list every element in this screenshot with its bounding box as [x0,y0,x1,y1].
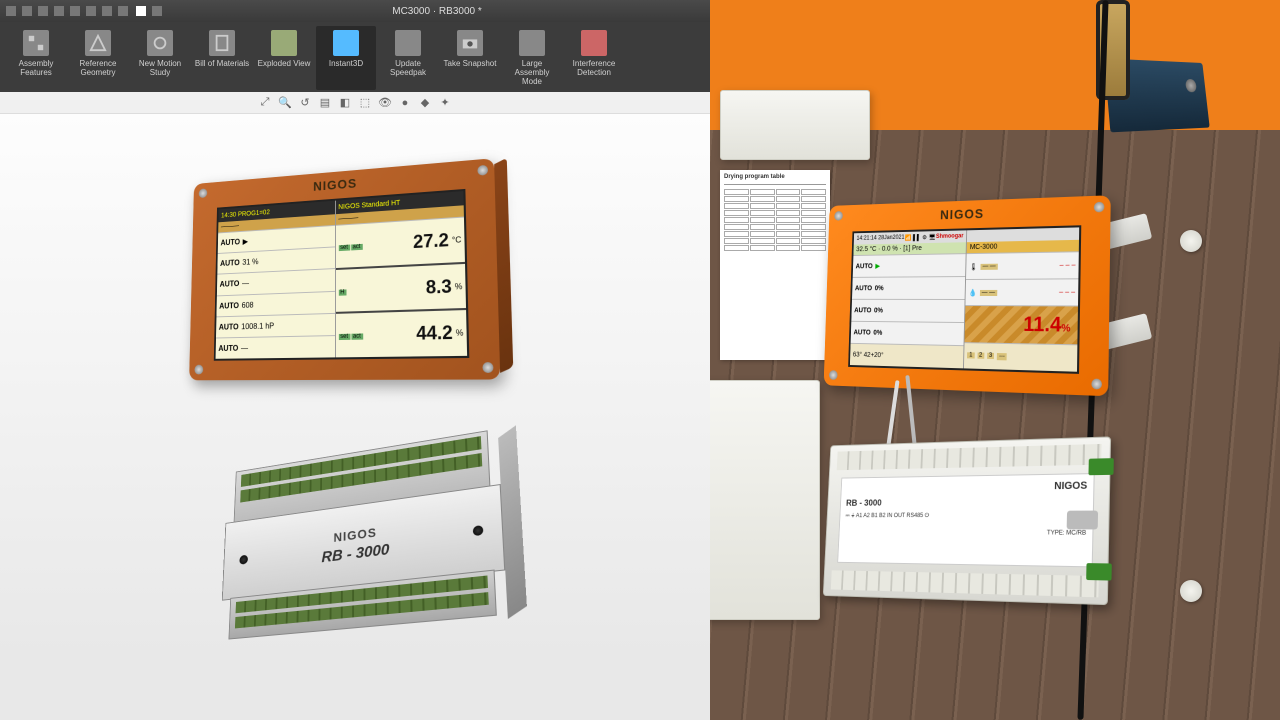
document-title: MC3000 · RB3000 * [170,6,704,17]
ribbon-assembly-features[interactable]: Assembly Features [6,26,66,90]
spec-sheet: Drying program table [720,170,830,360]
cad-app: MC3000 · RB3000 * Assembly Features Refe… [0,0,710,720]
ribbon-label: Large Assembly Mode [504,59,560,86]
ribbon-label: Update Speedpak [380,59,436,77]
ribbon-label: New Motion Study [132,59,188,77]
qat[interactable] [6,6,128,16]
jack-icon [239,555,248,565]
speedpak-icon [395,30,421,56]
ribbon: Assembly Features Reference Geometry New… [0,22,710,92]
footer-reading: 63° 42+20° [853,351,884,359]
ribbon-label: Interference Detection [566,59,622,77]
din-brand: NIGOS [333,525,376,545]
camera-icon [457,30,483,56]
appearance-icon[interactable]: ● [398,96,412,110]
terminal-block-icon [1088,458,1113,475]
select-icon[interactable] [136,6,146,16]
ribbon-bill-of-materials[interactable]: Bill of Materials [192,26,252,90]
qat-options-icon[interactable] [118,6,128,16]
din-type: TYPE: MC/RB [845,529,1087,536]
qat-save-icon[interactable] [38,6,48,16]
serial-port-icon [1067,511,1098,530]
ribbon-label: Instant3D [329,59,363,68]
ribbon-motion-study[interactable]: New Motion Study [130,26,190,90]
din-model: RB - 3000 [321,541,389,566]
terminal-row [837,444,1102,470]
prev-view-icon[interactable]: ↺ [298,96,312,110]
screw-icon [1091,379,1102,390]
ribbon-label: Assembly Features [8,59,64,77]
ribbon-interference[interactable]: Interference Detection [564,26,624,90]
view-orient-icon[interactable]: ⬚ [358,96,372,110]
scene-icon[interactable]: ◆ [418,96,432,110]
qat-undo-icon[interactable] [70,6,80,16]
ribbon-reference-geometry[interactable]: Reference Geometry [68,26,128,90]
qat-redo-icon[interactable] [86,6,96,16]
screw-icon [194,365,203,375]
ribbon-large-assembly[interactable]: Large Assembly Mode [502,26,562,90]
pan-icon[interactable] [152,6,162,16]
din-model: RB - 3000 [846,496,1087,508]
ribbon-label: Exploded View [258,59,311,68]
assembly-icon [23,30,49,56]
panel-brand: NIGOS [829,201,1111,225]
motion-icon [147,30,173,56]
zoom-area-icon[interactable]: 🔍 [278,96,292,110]
bom-icon [209,30,235,56]
enclosure [720,90,870,160]
model-din-controller[interactable]: NIGOS RB - 3000 [219,429,508,654]
din-label: NIGOS RB - 3000 ⎓ ⏚ A1 A2 B1 B2 IN OUT R… [837,473,1094,567]
ribbon-update-speedpak[interactable]: Update Speedpak [378,26,438,90]
ribbon-label: Reference Geometry [70,59,126,77]
ribbon-instant3d[interactable]: Instant3D [316,26,376,90]
geometry-icon [85,30,111,56]
ribbon-label: Bill of Materials [195,59,249,68]
terminal-block-icon [1086,563,1112,581]
titlebar: MC3000 · RB3000 * [0,0,710,22]
mounted-din-controller: NIGOS RB - 3000 ⎓ ⏚ A1 A2 B1 B2 IN OUT R… [823,436,1111,605]
screw-icon [482,362,493,373]
heads-up-toolbar[interactable]: ⤢ 🔍 ↺ ▤ ◧ ⬚ 👁 ● ◆ ✦ [0,92,710,114]
ribbon-take-snapshot[interactable]: Take Snapshot [440,26,500,90]
cursor-tools[interactable] [136,6,162,16]
display-style-icon[interactable]: ◧ [338,96,352,110]
qat-print-icon[interactable] [54,6,64,16]
cable-clip [1180,230,1202,252]
qat-rebuild-icon[interactable] [102,6,112,16]
cable-clip [1180,580,1202,602]
interference-icon [581,30,607,56]
din-brand: NIGOS [847,480,1088,494]
large-assembly-icon [519,30,545,56]
exploded-icon [271,30,297,56]
ribbon-label: Take Snapshot [444,59,497,68]
panel-bezel: NIGOS 14:30 PROG1=02 ——— AUTO▶ AUTO31 % … [189,158,500,380]
mounted-hmi-panel: NIGOS 14:21:14 28Jan2021 📶 ▌▌ ⚙ 🖥 Shmoog… [824,195,1111,396]
main-reading: 11.4 [1023,313,1061,336]
panel-screen: 14:30 PROG1=02 ——— AUTO▶ AUTO31 % AUTO— … [214,189,470,361]
enclosure [710,380,820,620]
username: Shmoogar [936,233,964,240]
photograph: Drying program table NIGOS 14:21:14 28Ja… [710,0,1280,720]
zoom-fit-icon[interactable]: ⤢ [258,96,272,110]
screw-icon [829,370,838,380]
terminal-row [831,570,1099,597]
qat-open-icon[interactable] [22,6,32,16]
hide-show-icon[interactable]: 👁 [378,96,392,110]
model-hmi-panel[interactable]: NIGOS 14:30 PROG1=02 ——— AUTO▶ AUTO31 % … [189,158,500,380]
qat-new-icon[interactable] [6,6,16,16]
jack-icon [473,525,484,536]
din-depth [498,425,527,619]
instant3d-icon [333,30,359,56]
section-icon[interactable]: ▤ [318,96,332,110]
graphics-viewport[interactable]: NIGOS 14:30 PROG1=02 ——— AUTO▶ AUTO31 % … [0,114,710,720]
ribbon-exploded-view[interactable]: Exploded View [254,26,314,90]
clock: 14:21:14 28Jan2021 [856,235,904,242]
render-icon[interactable]: ✦ [438,96,452,110]
